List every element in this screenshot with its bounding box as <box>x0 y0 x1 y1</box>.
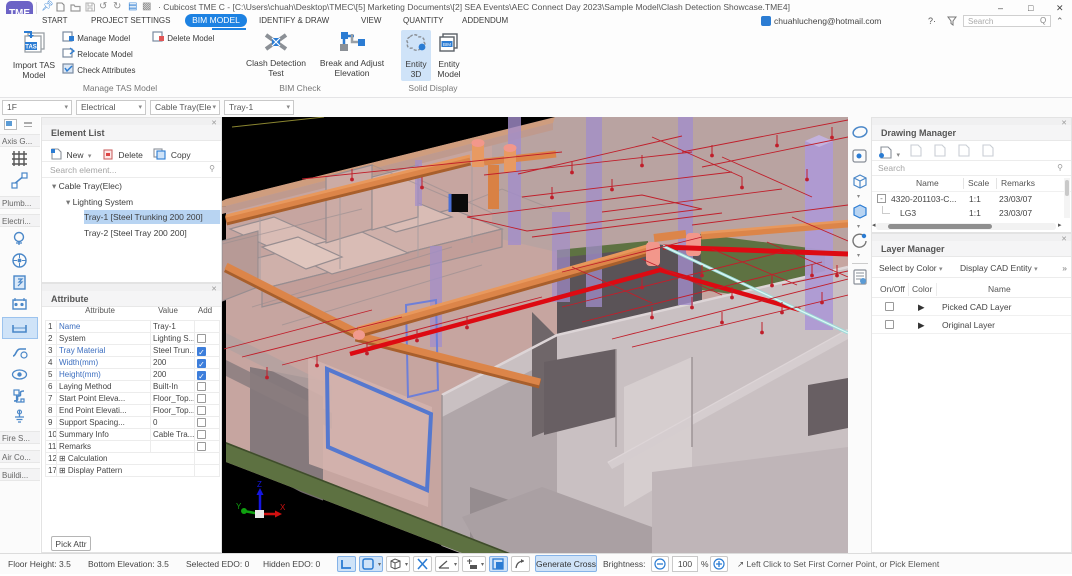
svg-text:TAS: TAS <box>25 45 37 51</box>
svg-text:Z: Z <box>257 480 262 489</box>
svg-text:Y: Y <box>236 502 242 511</box>
svg-text:BIM: BIM <box>443 42 451 47</box>
svg-text:X: X <box>280 503 286 512</box>
